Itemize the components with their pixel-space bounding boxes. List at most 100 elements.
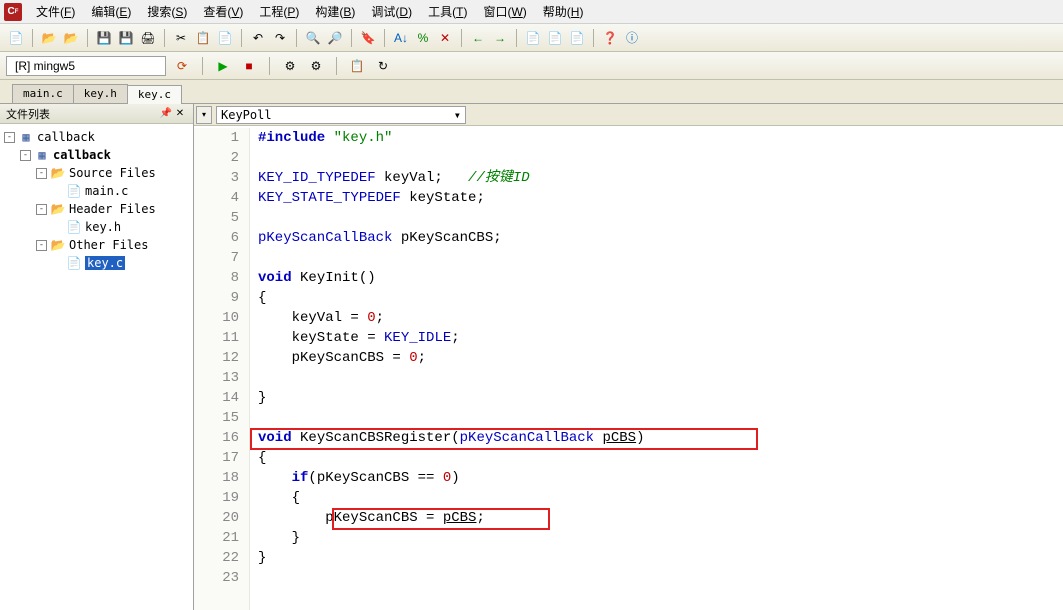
code-editor[interactable]: 1234567891011121314151617181920212223 #i…: [194, 126, 1063, 610]
file-tab[interactable]: main.c: [12, 84, 74, 103]
doc-a-button[interactable]: 📄: [523, 28, 543, 48]
cut-button[interactable]: ✂: [171, 28, 191, 48]
config-button[interactable]: 📋: [347, 56, 367, 76]
menu-b[interactable]: 构建(B): [307, 1, 363, 22]
menu-p[interactable]: 工程(P): [251, 1, 307, 22]
menu-w[interactable]: 窗口(W): [475, 1, 534, 22]
find-button[interactable]: 🔍: [303, 28, 323, 48]
code-line[interactable]: {: [258, 488, 1063, 508]
paste-button[interactable]: 📄: [215, 28, 235, 48]
save-button[interactable]: 💾: [94, 28, 114, 48]
code-line[interactable]: {: [258, 448, 1063, 468]
tree-toggle-icon[interactable]: -: [20, 150, 31, 161]
print-button[interactable]: 🖨: [138, 28, 158, 48]
refresh-2-button[interactable]: ↻: [373, 56, 393, 76]
menu-t[interactable]: 工具(T): [420, 1, 475, 22]
function-select[interactable]: KeyPoll ▾: [216, 106, 466, 124]
code-line[interactable]: KEY_STATE_TYPEDEF keyState;: [258, 188, 1063, 208]
menu-d[interactable]: 调试(D): [363, 1, 420, 22]
menu-h[interactable]: 帮助(H): [535, 1, 592, 22]
code-line[interactable]: [258, 408, 1063, 428]
code-line[interactable]: }: [258, 548, 1063, 568]
folder-icon: 📂: [50, 202, 66, 216]
tree-toggle-icon[interactable]: -: [36, 168, 47, 179]
build-a-button[interactable]: ⚙: [280, 56, 300, 76]
code-line[interactable]: [258, 148, 1063, 168]
function-select-label: KeyPoll: [221, 108, 272, 122]
menu-e[interactable]: 编辑(E): [83, 1, 139, 22]
tree-node[interactable]: 📄key.c: [4, 254, 189, 272]
file-list-title: 文件列表: [6, 106, 50, 122]
code-line[interactable]: pKeyScanCBS = pCBS;: [258, 508, 1063, 528]
stop-button[interactable]: ■: [239, 56, 259, 76]
find-files-button[interactable]: 🔎: [325, 28, 345, 48]
tree-toggle-icon[interactable]: -: [36, 204, 47, 215]
code-line[interactable]: keyVal = 0;: [258, 308, 1063, 328]
open-button-2[interactable]: 📂: [61, 28, 81, 48]
refresh-button[interactable]: ⟳: [172, 56, 192, 76]
code-line[interactable]: }: [258, 528, 1063, 548]
nav-fwd-button[interactable]: →: [490, 28, 510, 48]
code-line[interactable]: {: [258, 288, 1063, 308]
file-tree: -▦callback-▦callback-📂Source Files📄main.…: [0, 124, 193, 276]
proj-icon: ▦: [18, 130, 34, 144]
redo-button[interactable]: ↷: [270, 28, 290, 48]
code-line[interactable]: [258, 248, 1063, 268]
code-line[interactable]: [258, 568, 1063, 588]
chevron-down-icon: ▾: [454, 108, 461, 122]
tool-b-button[interactable]: %: [413, 28, 433, 48]
code-line[interactable]: #include "key.h": [258, 128, 1063, 148]
code-line[interactable]: void KeyScanCBSRegister(pKeyScanCallBack…: [258, 428, 1063, 448]
doc-b-button[interactable]: 📄: [545, 28, 565, 48]
tree-toggle-icon[interactable]: -: [36, 240, 47, 251]
tree-node[interactable]: -▦callback: [4, 146, 189, 164]
open-button[interactable]: 📂: [39, 28, 59, 48]
run-button[interactable]: ▶: [213, 56, 233, 76]
undo-button[interactable]: ↶: [248, 28, 268, 48]
code-line[interactable]: pKeyScanCBS = 0;: [258, 348, 1063, 368]
code-line[interactable]: void KeyInit(): [258, 268, 1063, 288]
code-line[interactable]: pKeyScanCallBack pKeyScanCBS;: [258, 228, 1063, 248]
file-icon: 📄: [66, 184, 82, 198]
close-panel-icon[interactable]: ✕: [173, 107, 187, 121]
scope-dropdown[interactable]: ▾: [196, 106, 212, 124]
menu-s[interactable]: 搜索(S): [139, 1, 195, 22]
tree-toggle-icon[interactable]: -: [4, 132, 15, 143]
code-line[interactable]: keyState = KEY_IDLE;: [258, 328, 1063, 348]
pin-icon[interactable]: 📌: [159, 107, 173, 121]
folder-icon: 📂: [50, 166, 66, 180]
code-lines[interactable]: #include "key.h" KEY_ID_TYPEDEF keyVal; …: [250, 128, 1063, 610]
menu-v[interactable]: 查看(V): [195, 1, 251, 22]
code-line[interactable]: KEY_ID_TYPEDEF keyVal; //按键ID: [258, 168, 1063, 188]
save-all-button[interactable]: 💾: [116, 28, 136, 48]
build-target-select[interactable]: [R] mingw5: [6, 56, 166, 76]
build-b-button[interactable]: ⚙: [306, 56, 326, 76]
bookmark-button[interactable]: 🔖: [358, 28, 378, 48]
tree-label: Source Files: [69, 166, 156, 180]
build-target-label: [R] mingw5: [15, 59, 75, 73]
tool-a-button[interactable]: A↓: [391, 28, 411, 48]
tree-label: callback: [37, 130, 95, 144]
nav-back-button[interactable]: ←: [468, 28, 488, 48]
code-line[interactable]: [258, 368, 1063, 388]
tree-node[interactable]: 📄main.c: [4, 182, 189, 200]
copy-button[interactable]: 📋: [193, 28, 213, 48]
tree-label: callback: [53, 148, 111, 162]
tree-label: key.h: [85, 220, 121, 234]
tree-node[interactable]: -📂Source Files: [4, 164, 189, 182]
menu-f[interactable]: 文件(F): [28, 1, 83, 22]
tool-c-button[interactable]: ✕: [435, 28, 455, 48]
about-button[interactable]: ⓘ: [622, 28, 642, 48]
tree-node[interactable]: -📂Other Files: [4, 236, 189, 254]
file-tab[interactable]: key.c: [127, 85, 182, 104]
doc-c-button[interactable]: 📄: [567, 28, 587, 48]
tree-node[interactable]: -▦callback: [4, 128, 189, 146]
tree-node[interactable]: 📄key.h: [4, 218, 189, 236]
code-line[interactable]: }: [258, 388, 1063, 408]
file-tab[interactable]: key.h: [73, 84, 128, 103]
tree-node[interactable]: -📂Header Files: [4, 200, 189, 218]
code-line[interactable]: [258, 208, 1063, 228]
new-file-button[interactable]: 📄: [6, 28, 26, 48]
code-line[interactable]: if(pKeyScanCBS == 0): [258, 468, 1063, 488]
help-button[interactable]: ❓: [600, 28, 620, 48]
